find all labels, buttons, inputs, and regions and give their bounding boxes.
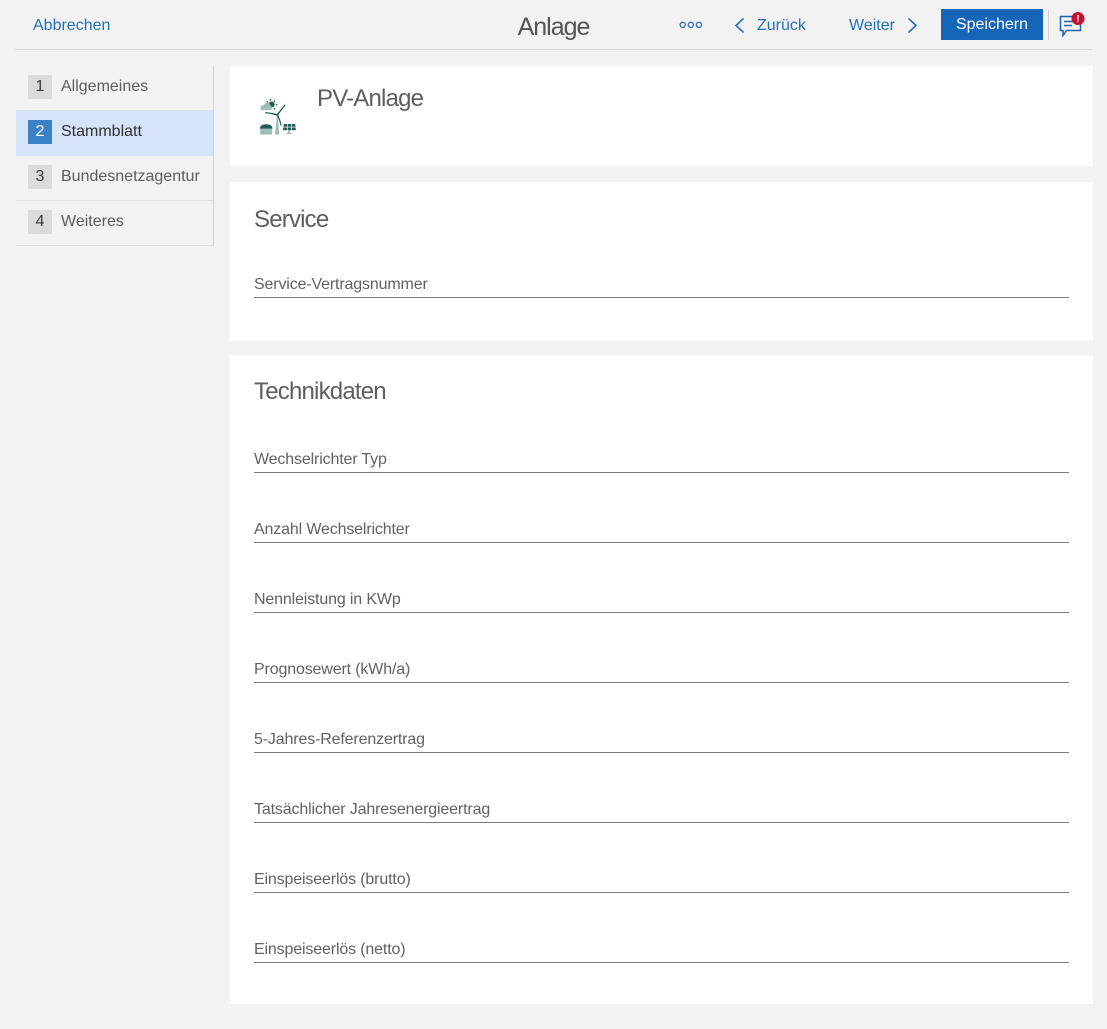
svg-text:!: !	[1076, 14, 1079, 25]
